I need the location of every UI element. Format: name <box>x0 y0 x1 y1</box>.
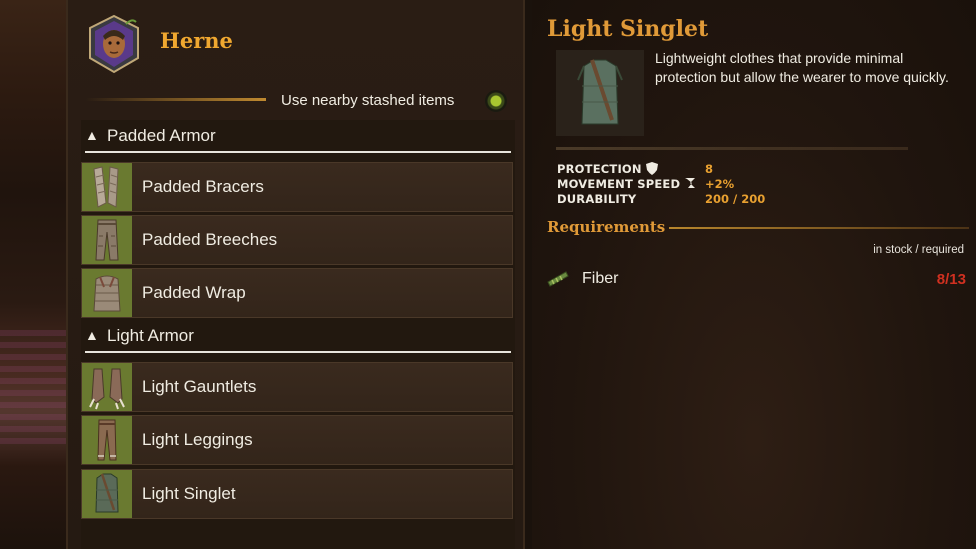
singlet-icon <box>556 50 644 136</box>
item-description: Lightweight clothes that provide minimal… <box>655 50 949 85</box>
recipe-item-light-leggings[interactable]: Light Leggings <box>81 415 513 465</box>
gauntlets-icon <box>82 363 132 411</box>
detail-divider <box>556 147 908 150</box>
triangle-up-icon: ▲ <box>85 127 99 143</box>
requirements-title: Requirements <box>547 218 666 236</box>
recipe-list[interactable]: ▲ Padded Armor Padded Bracers Padded Bre… <box>81 120 515 549</box>
background-scene <box>0 0 70 549</box>
stash-toggle-label: Use nearby stashed items <box>281 92 455 109</box>
recipe-item-label: Light Singlet <box>142 484 236 503</box>
breeches-icon <box>82 216 132 264</box>
stash-toggle[interactable] <box>485 90 507 112</box>
requirement-name: Fiber <box>582 270 619 287</box>
npc-portrait-icon <box>86 14 142 74</box>
stat-name: PROTECTION <box>557 162 642 176</box>
singlet-icon <box>82 470 132 518</box>
recipe-item-padded-breeches[interactable]: Padded Breeches <box>81 215 513 265</box>
npc-name: Herne <box>160 28 233 53</box>
stat-name: MOVEMENT SPEED <box>557 177 681 191</box>
shield-icon <box>646 162 658 178</box>
recipe-item-light-singlet[interactable]: Light Singlet <box>81 469 513 519</box>
category-divider <box>85 351 511 353</box>
stash-divider <box>86 98 266 101</box>
category-label: Padded Armor <box>107 126 216 145</box>
recipe-item-padded-bracers[interactable]: Padded Bracers <box>81 162 513 212</box>
recipe-item-padded-wrap[interactable]: Padded Wrap <box>81 268 513 318</box>
requirements-column-header: in stock / required <box>873 244 964 256</box>
item-detail-panel: Light Singlet Lightweight clothes that p… <box>532 0 976 549</box>
stat-name: DURABILITY <box>557 192 637 206</box>
requirement-count: 8/13 <box>936 271 966 288</box>
leggings-icon <box>82 416 132 464</box>
stat-value: 200 / 200 <box>705 192 766 206</box>
stat-value: +2% <box>705 177 735 191</box>
recipe-item-light-gauntlets[interactable]: Light Gauntlets <box>81 362 513 412</box>
wrap-icon <box>82 269 132 317</box>
requirements-divider <box>669 227 969 229</box>
recipe-item-label: Padded Breeches <box>142 230 278 249</box>
fiber-icon <box>546 268 570 290</box>
category-label: Light Armor <box>107 326 194 345</box>
stat-value: 8 <box>705 162 714 176</box>
triangle-up-icon: ▲ <box>85 327 99 343</box>
category-divider <box>85 151 511 153</box>
recipe-item-label: Padded Wrap <box>142 283 246 302</box>
bracers-icon <box>82 163 132 211</box>
crafting-list-panel: Herne Use nearby stashed items ▲ Padded … <box>66 0 525 549</box>
recipe-item-label: Light Gauntlets <box>142 377 257 396</box>
speed-icon <box>684 177 696 192</box>
category-header-padded-armor[interactable]: ▲ Padded Armor <box>85 123 511 153</box>
recipe-item-label: Padded Bracers <box>142 177 264 196</box>
recipe-item-label: Light Leggings <box>142 430 253 449</box>
category-header-light-armor[interactable]: ▲ Light Armor <box>85 323 511 353</box>
item-title: Light Singlet <box>547 16 709 42</box>
